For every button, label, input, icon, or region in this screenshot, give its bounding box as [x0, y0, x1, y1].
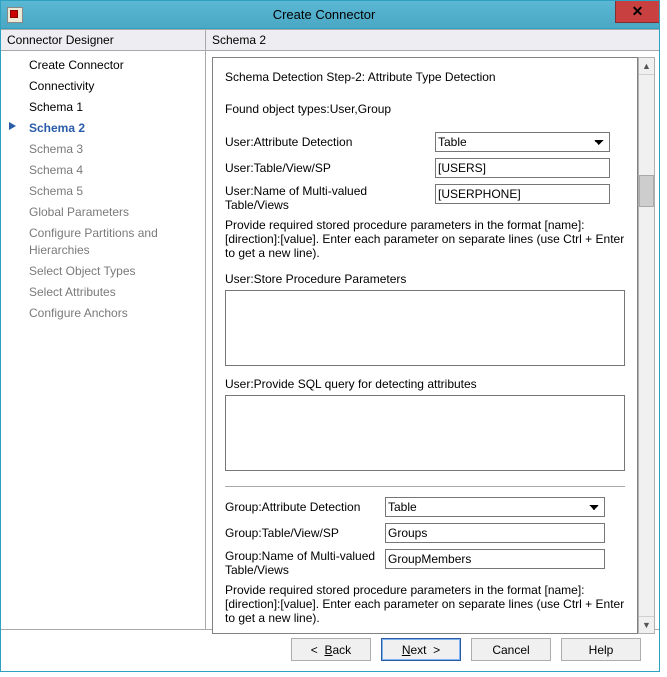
- step-title: Schema Detection Step-2: Attribute Type …: [225, 70, 625, 84]
- content-header: Schema 2: [206, 30, 659, 51]
- scroll-track[interactable]: [639, 75, 654, 616]
- nav-item-configure-anchors[interactable]: Configure Anchors: [1, 303, 205, 324]
- label-user-table: User:Table/View/SP: [225, 161, 435, 175]
- nav-item-global-parameters[interactable]: Global Parameters: [1, 202, 205, 223]
- back-button[interactable]: < Back: [291, 638, 371, 661]
- found-object-types: Found object types:User,Group: [225, 102, 625, 116]
- nav-item-select-object-types[interactable]: Select Object Types: [1, 261, 205, 282]
- scroll-up-arrow-icon[interactable]: ▲: [639, 58, 654, 75]
- label-user-multivalued: User:Name of Multi-valued Table/Views: [225, 184, 435, 212]
- combo-group-attr-detection[interactable]: Table: [385, 497, 605, 517]
- close-button[interactable]: ✕: [615, 1, 659, 23]
- nav-item-connectivity[interactable]: Connectivity: [1, 76, 205, 97]
- label-group-attr-detection: Group:Attribute Detection: [225, 500, 385, 514]
- row-group-table: Group:Table/View/SP: [225, 523, 625, 543]
- content-scrollbar[interactable]: ▲ ▼: [638, 57, 655, 634]
- hint-user-sp: Provide required stored procedure parame…: [225, 218, 625, 260]
- content-scroll: Schema Detection Step-2: Attribute Type …: [206, 51, 659, 640]
- input-user-multivalued[interactable]: [435, 184, 610, 204]
- label-user-sql: User:Provide SQL query for detecting att…: [225, 377, 625, 391]
- wizard-body: Connector Designer Create Connector Conn…: [1, 29, 659, 629]
- content-panel: Schema Detection Step-2: Attribute Type …: [212, 57, 638, 634]
- app-icon: [7, 7, 23, 23]
- content-wrap: Schema 2 Schema Detection Step-2: Attrib…: [206, 29, 659, 629]
- nav-item-create-connector[interactable]: Create Connector: [1, 55, 205, 76]
- row-user-attr-detection: User:Attribute Detection Table: [225, 132, 625, 152]
- close-icon: ✕: [632, 3, 644, 20]
- row-group-attr-detection: Group:Attribute Detection Table: [225, 497, 625, 517]
- titlebar: Create Connector ✕: [1, 1, 659, 29]
- nav-item-select-attributes[interactable]: Select Attributes: [1, 282, 205, 303]
- scroll-thumb[interactable]: [639, 175, 654, 207]
- nav-item-schema-2[interactable]: Schema 2: [1, 118, 205, 139]
- nav-header: Connector Designer: [1, 30, 205, 51]
- nav-item-configure-partitions[interactable]: Configure Partitions and Hierarchies: [1, 223, 205, 261]
- hint-group-sp: Provide required stored procedure parame…: [225, 583, 625, 625]
- input-group-table[interactable]: [385, 523, 605, 543]
- label-user-attr-detection: User:Attribute Detection: [225, 135, 435, 149]
- label-group-table: Group:Table/View/SP: [225, 526, 385, 540]
- nav-item-schema-4[interactable]: Schema 4: [1, 160, 205, 181]
- scroll-down-arrow-icon[interactable]: ▼: [639, 616, 654, 633]
- nav-item-schema-1[interactable]: Schema 1: [1, 97, 205, 118]
- input-user-table[interactable]: [435, 158, 610, 178]
- nav-panel: Connector Designer Create Connector Conn…: [1, 29, 206, 629]
- row-group-multivalued: Group:Name of Multi-valued Table/Views: [225, 549, 625, 577]
- wizard-window: Create Connector ✕ Connector Designer Cr…: [0, 0, 660, 672]
- input-group-multivalued[interactable]: [385, 549, 605, 569]
- cancel-button[interactable]: Cancel: [471, 638, 551, 661]
- window-title: Create Connector: [29, 7, 659, 22]
- next-button[interactable]: Next >: [381, 638, 461, 661]
- nav-item-schema-3[interactable]: Schema 3: [1, 139, 205, 160]
- textarea-user-sql[interactable]: [225, 395, 625, 471]
- help-button[interactable]: Help: [561, 638, 641, 661]
- row-user-multivalued: User:Name of Multi-valued Table/Views: [225, 184, 625, 212]
- combo-user-attr-detection[interactable]: Table: [435, 132, 610, 152]
- textarea-user-sp-params[interactable]: [225, 290, 625, 366]
- label-group-multivalued: Group:Name of Multi-valued Table/Views: [225, 549, 385, 577]
- nav-item-schema-5[interactable]: Schema 5: [1, 181, 205, 202]
- nav-list: Create Connector Connectivity Schema 1 S…: [1, 51, 205, 324]
- section-divider: [225, 486, 625, 487]
- label-user-sp-params: User:Store Procedure Parameters: [225, 272, 625, 286]
- row-user-table: User:Table/View/SP: [225, 158, 625, 178]
